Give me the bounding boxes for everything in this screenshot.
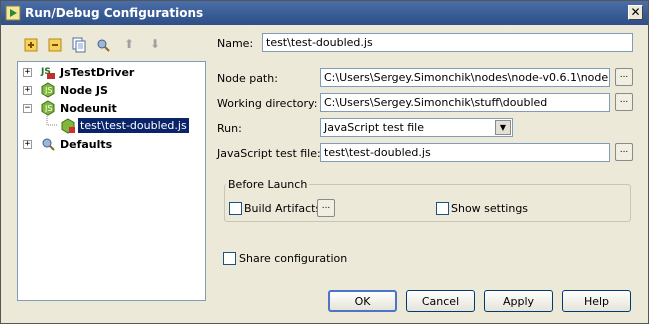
apply-button[interactable]: Apply — [484, 290, 553, 312]
defaults-icon — [40, 136, 56, 152]
help-button[interactable]: Help — [562, 290, 631, 312]
title-bar[interactable]: Run/Debug Configurations ✕ — [1, 1, 648, 25]
copy-icon[interactable] — [71, 37, 87, 53]
chevron-down-icon[interactable]: ▼ — [495, 120, 511, 135]
add-icon[interactable] — [23, 37, 39, 53]
run-debug-icon — [5, 5, 21, 21]
tree-item-defaults[interactable]: + Defaults — [18, 136, 198, 154]
before-launch-title: Before Launch — [226, 178, 310, 191]
node-path-label: Node path: — [217, 72, 278, 85]
build-artifacts-label: Build Artifacts — [244, 202, 322, 215]
svg-text:JS: JS — [44, 104, 52, 113]
show-settings-checkbox[interactable] — [436, 202, 449, 215]
working-directory-browse-button[interactable]: ... — [615, 93, 633, 111]
tree-item-label: JsTestDriver — [60, 66, 135, 79]
nodeunit-icon: JS — [40, 100, 56, 116]
close-icon: ✕ — [630, 5, 641, 19]
node-path-browse-button[interactable]: ... — [615, 68, 633, 86]
ok-button[interactable]: OK — [328, 290, 397, 312]
settings-icon[interactable] — [95, 37, 111, 53]
run-select-value: JavaScript test file — [324, 121, 425, 134]
tree-item-jstestdriver[interactable]: + JS JsTestDriver — [18, 64, 198, 82]
close-button[interactable]: ✕ — [628, 5, 643, 20]
node-path-field[interactable]: C:\Users\Sergey.Simonchik\nodes\node-v0.… — [320, 68, 610, 87]
expand-icon[interactable]: + — [23, 68, 32, 77]
test-file-browse-button[interactable]: ... — [615, 143, 633, 161]
collapse-icon[interactable]: − — [23, 104, 32, 113]
working-directory-label: Working directory: — [217, 97, 318, 110]
name-field[interactable]: test\test-doubled.js — [262, 33, 633, 52]
tree-item-label: Node JS — [60, 84, 108, 97]
working-directory-field[interactable]: C:\Users\Sergey.Simonchik\stuff\doubled — [320, 93, 610, 112]
share-configuration-label: Share configuration — [239, 252, 348, 265]
build-artifacts-browse-button[interactable]: ... — [317, 199, 335, 217]
svg-text:JS: JS — [44, 86, 52, 95]
remove-icon[interactable] — [47, 37, 63, 53]
run-select[interactable]: JavaScript test file ▼ — [320, 118, 513, 137]
name-label: Name: — [217, 37, 254, 50]
show-settings-label: Show settings — [451, 202, 529, 215]
share-configuration-checkbox[interactable] — [223, 252, 236, 265]
run-debug-dialog: Run/Debug Configurations ✕ ⬆ ⬇ + JS JsTe… — [0, 0, 649, 324]
nodeunit-test-icon — [60, 118, 76, 134]
expand-icon[interactable]: + — [23, 140, 32, 149]
test-file-field[interactable]: test\test-doubled.js — [320, 143, 610, 162]
tree-item-label: Nodeunit — [60, 102, 117, 115]
tree-item-node-js[interactable]: + JS Node JS — [18, 82, 198, 100]
window-title: Run/Debug Configurations — [25, 6, 204, 20]
move-down-icon[interactable]: ⬇ — [147, 37, 163, 53]
tree-item-test-doubled[interactable]: test\test-doubled.js — [18, 118, 198, 136]
tree-item-label: Defaults — [60, 138, 113, 151]
configurations-tree[interactable]: + JS JsTestDriver + JS Node JS − JS Node… — [17, 61, 206, 301]
jstestdriver-icon: JS — [40, 64, 56, 80]
move-up-icon[interactable]: ⬆ — [121, 37, 137, 53]
test-file-label: JavaScript test file: — [217, 147, 321, 160]
tree-item-label: test\test-doubled.js — [78, 118, 189, 133]
expand-icon[interactable]: + — [23, 86, 32, 95]
build-artifacts-checkbox[interactable] — [229, 202, 242, 215]
nodejs-icon: JS — [40, 82, 56, 98]
run-label: Run: — [217, 122, 242, 135]
cancel-button[interactable]: Cancel — [406, 290, 475, 312]
